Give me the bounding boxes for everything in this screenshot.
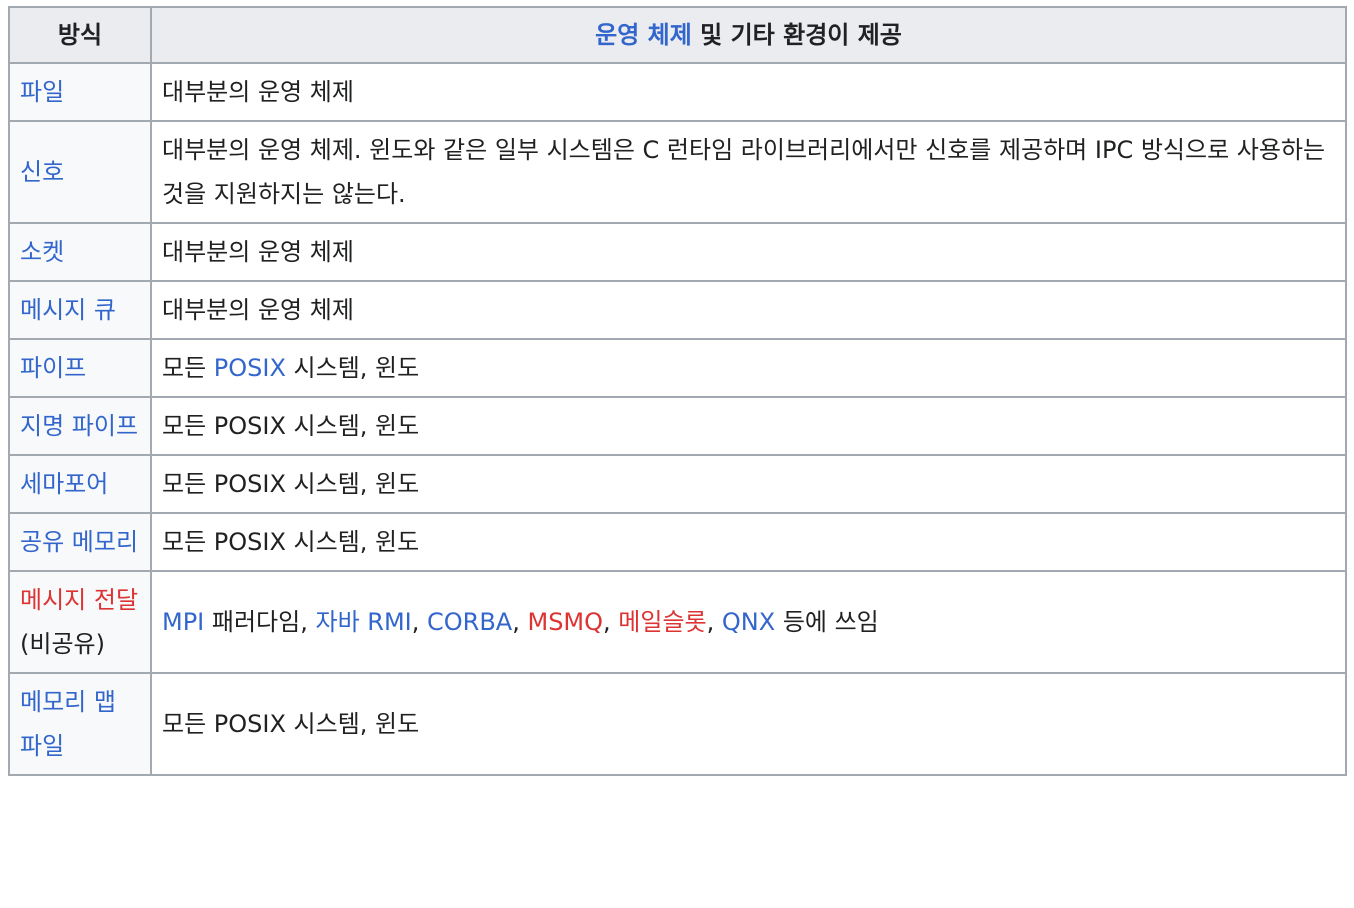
table-row: 메시지 전달 (비공유) MPI 패러다임, 자바 RMI, CORBA, MSM… bbox=[8, 570, 1347, 674]
table-row: 파이프 모든 POSIX 시스템, 윈도 bbox=[8, 338, 1347, 398]
table-header-row: 방식 운영 체제 및 기타 환경이 제공 bbox=[8, 6, 1347, 64]
method-cell: 지명 파이프 bbox=[8, 396, 152, 456]
support-cell: 모든 POSIX 시스템, 윈도 bbox=[150, 672, 1347, 776]
support-cell: 모든 POSIX 시스템, 윈도 bbox=[150, 338, 1347, 398]
support-text: 시스템, 윈도 bbox=[285, 354, 420, 382]
method-link-semaphore[interactable]: 세마포어 bbox=[20, 470, 108, 498]
table-row: 소켓 대부분의 운영 체제 bbox=[8, 222, 1347, 282]
method-link-signal[interactable]: 신호 bbox=[20, 158, 64, 186]
table-row: 지명 파이프 모든 POSIX 시스템, 윈도 bbox=[8, 396, 1347, 456]
msmq-link[interactable]: MSMQ bbox=[527, 608, 603, 636]
column-header-support: 운영 체제 및 기타 환경이 제공 bbox=[150, 6, 1347, 64]
table-row: 메모리 맵 파일 모든 POSIX 시스템, 윈도 bbox=[8, 672, 1347, 776]
qnx-link[interactable]: QNX bbox=[722, 608, 775, 636]
method-note: (비공유) bbox=[20, 630, 105, 658]
table-row: 메시지 큐 대부분의 운영 체제 bbox=[8, 280, 1347, 340]
method-cell: 공유 메모리 bbox=[8, 512, 152, 572]
method-link-pipe[interactable]: 파이프 bbox=[20, 354, 86, 382]
mpi-link[interactable]: MPI bbox=[162, 608, 204, 636]
method-cell: 메시지 큐 bbox=[8, 280, 152, 340]
os-link[interactable]: 운영 체제 bbox=[595, 21, 692, 49]
table-row: 세마포어 모든 POSIX 시스템, 윈도 bbox=[8, 454, 1347, 514]
support-cell: 대부분의 운영 체제 bbox=[150, 62, 1347, 122]
method-cell: 세마포어 bbox=[8, 454, 152, 514]
support-text: , bbox=[411, 608, 427, 636]
support-cell: 대부분의 운영 체제 bbox=[150, 222, 1347, 282]
support-text: , bbox=[512, 608, 528, 636]
method-cell: 신호 bbox=[8, 120, 152, 224]
method-link-message-queue[interactable]: 메시지 큐 bbox=[20, 296, 116, 324]
table-row: 공유 메모리 모든 POSIX 시스템, 윈도 bbox=[8, 512, 1347, 572]
support-text: , bbox=[603, 608, 619, 636]
support-cell: 대부분의 운영 체제 bbox=[150, 280, 1347, 340]
method-cell: 소켓 bbox=[8, 222, 152, 282]
method-cell: 파일 bbox=[8, 62, 152, 122]
table-row: 파일 대부분의 운영 체제 bbox=[8, 62, 1347, 122]
support-cell: 모든 POSIX 시스템, 윈도 bbox=[150, 512, 1347, 572]
method-cell: 메시지 전달 (비공유) bbox=[8, 570, 152, 674]
support-cell: 모든 POSIX 시스템, 윈도 bbox=[150, 454, 1347, 514]
method-link-message-passing[interactable]: 메시지 전달 bbox=[20, 586, 138, 614]
method-link-shared-memory[interactable]: 공유 메모리 bbox=[20, 528, 138, 556]
java-rmi-link[interactable]: 자바 RMI bbox=[315, 608, 411, 636]
support-cell: 모든 POSIX 시스템, 윈도 bbox=[150, 396, 1347, 456]
method-link-file[interactable]: 파일 bbox=[20, 78, 64, 106]
ipc-methods-table: 방식 운영 체제 및 기타 환경이 제공 파일 대부분의 운영 체제 신호 대부… bbox=[8, 6, 1347, 776]
method-link-memory-mapped-file[interactable]: 메모리 맵 파일 bbox=[20, 688, 116, 760]
support-cell: 대부분의 운영 체제. 윈도와 같은 일부 시스템은 C 런타임 라이브러리에서… bbox=[150, 120, 1347, 224]
column-header-support-rest: 및 기타 환경이 제공 bbox=[691, 21, 902, 49]
column-header-method: 방식 bbox=[8, 6, 152, 64]
posix-link[interactable]: POSIX bbox=[214, 354, 286, 382]
support-text: 모든 bbox=[162, 354, 214, 382]
support-text: 등에 쓰임 bbox=[775, 608, 879, 636]
support-text: 패러다임, bbox=[204, 608, 316, 636]
method-link-socket[interactable]: 소켓 bbox=[20, 238, 64, 266]
method-link-named-pipe[interactable]: 지명 파이프 bbox=[20, 412, 138, 440]
method-cell: 파이프 bbox=[8, 338, 152, 398]
mailslot-link[interactable]: 메일슬롯 bbox=[618, 608, 706, 636]
method-cell: 메모리 맵 파일 bbox=[8, 672, 152, 776]
support-cell: MPI 패러다임, 자바 RMI, CORBA, MSMQ, 메일슬롯, QNX… bbox=[150, 570, 1347, 674]
support-text: , bbox=[706, 608, 722, 636]
corba-link[interactable]: CORBA bbox=[427, 608, 512, 636]
table-row: 신호 대부분의 운영 체제. 윈도와 같은 일부 시스템은 C 런타임 라이브러… bbox=[8, 120, 1347, 224]
